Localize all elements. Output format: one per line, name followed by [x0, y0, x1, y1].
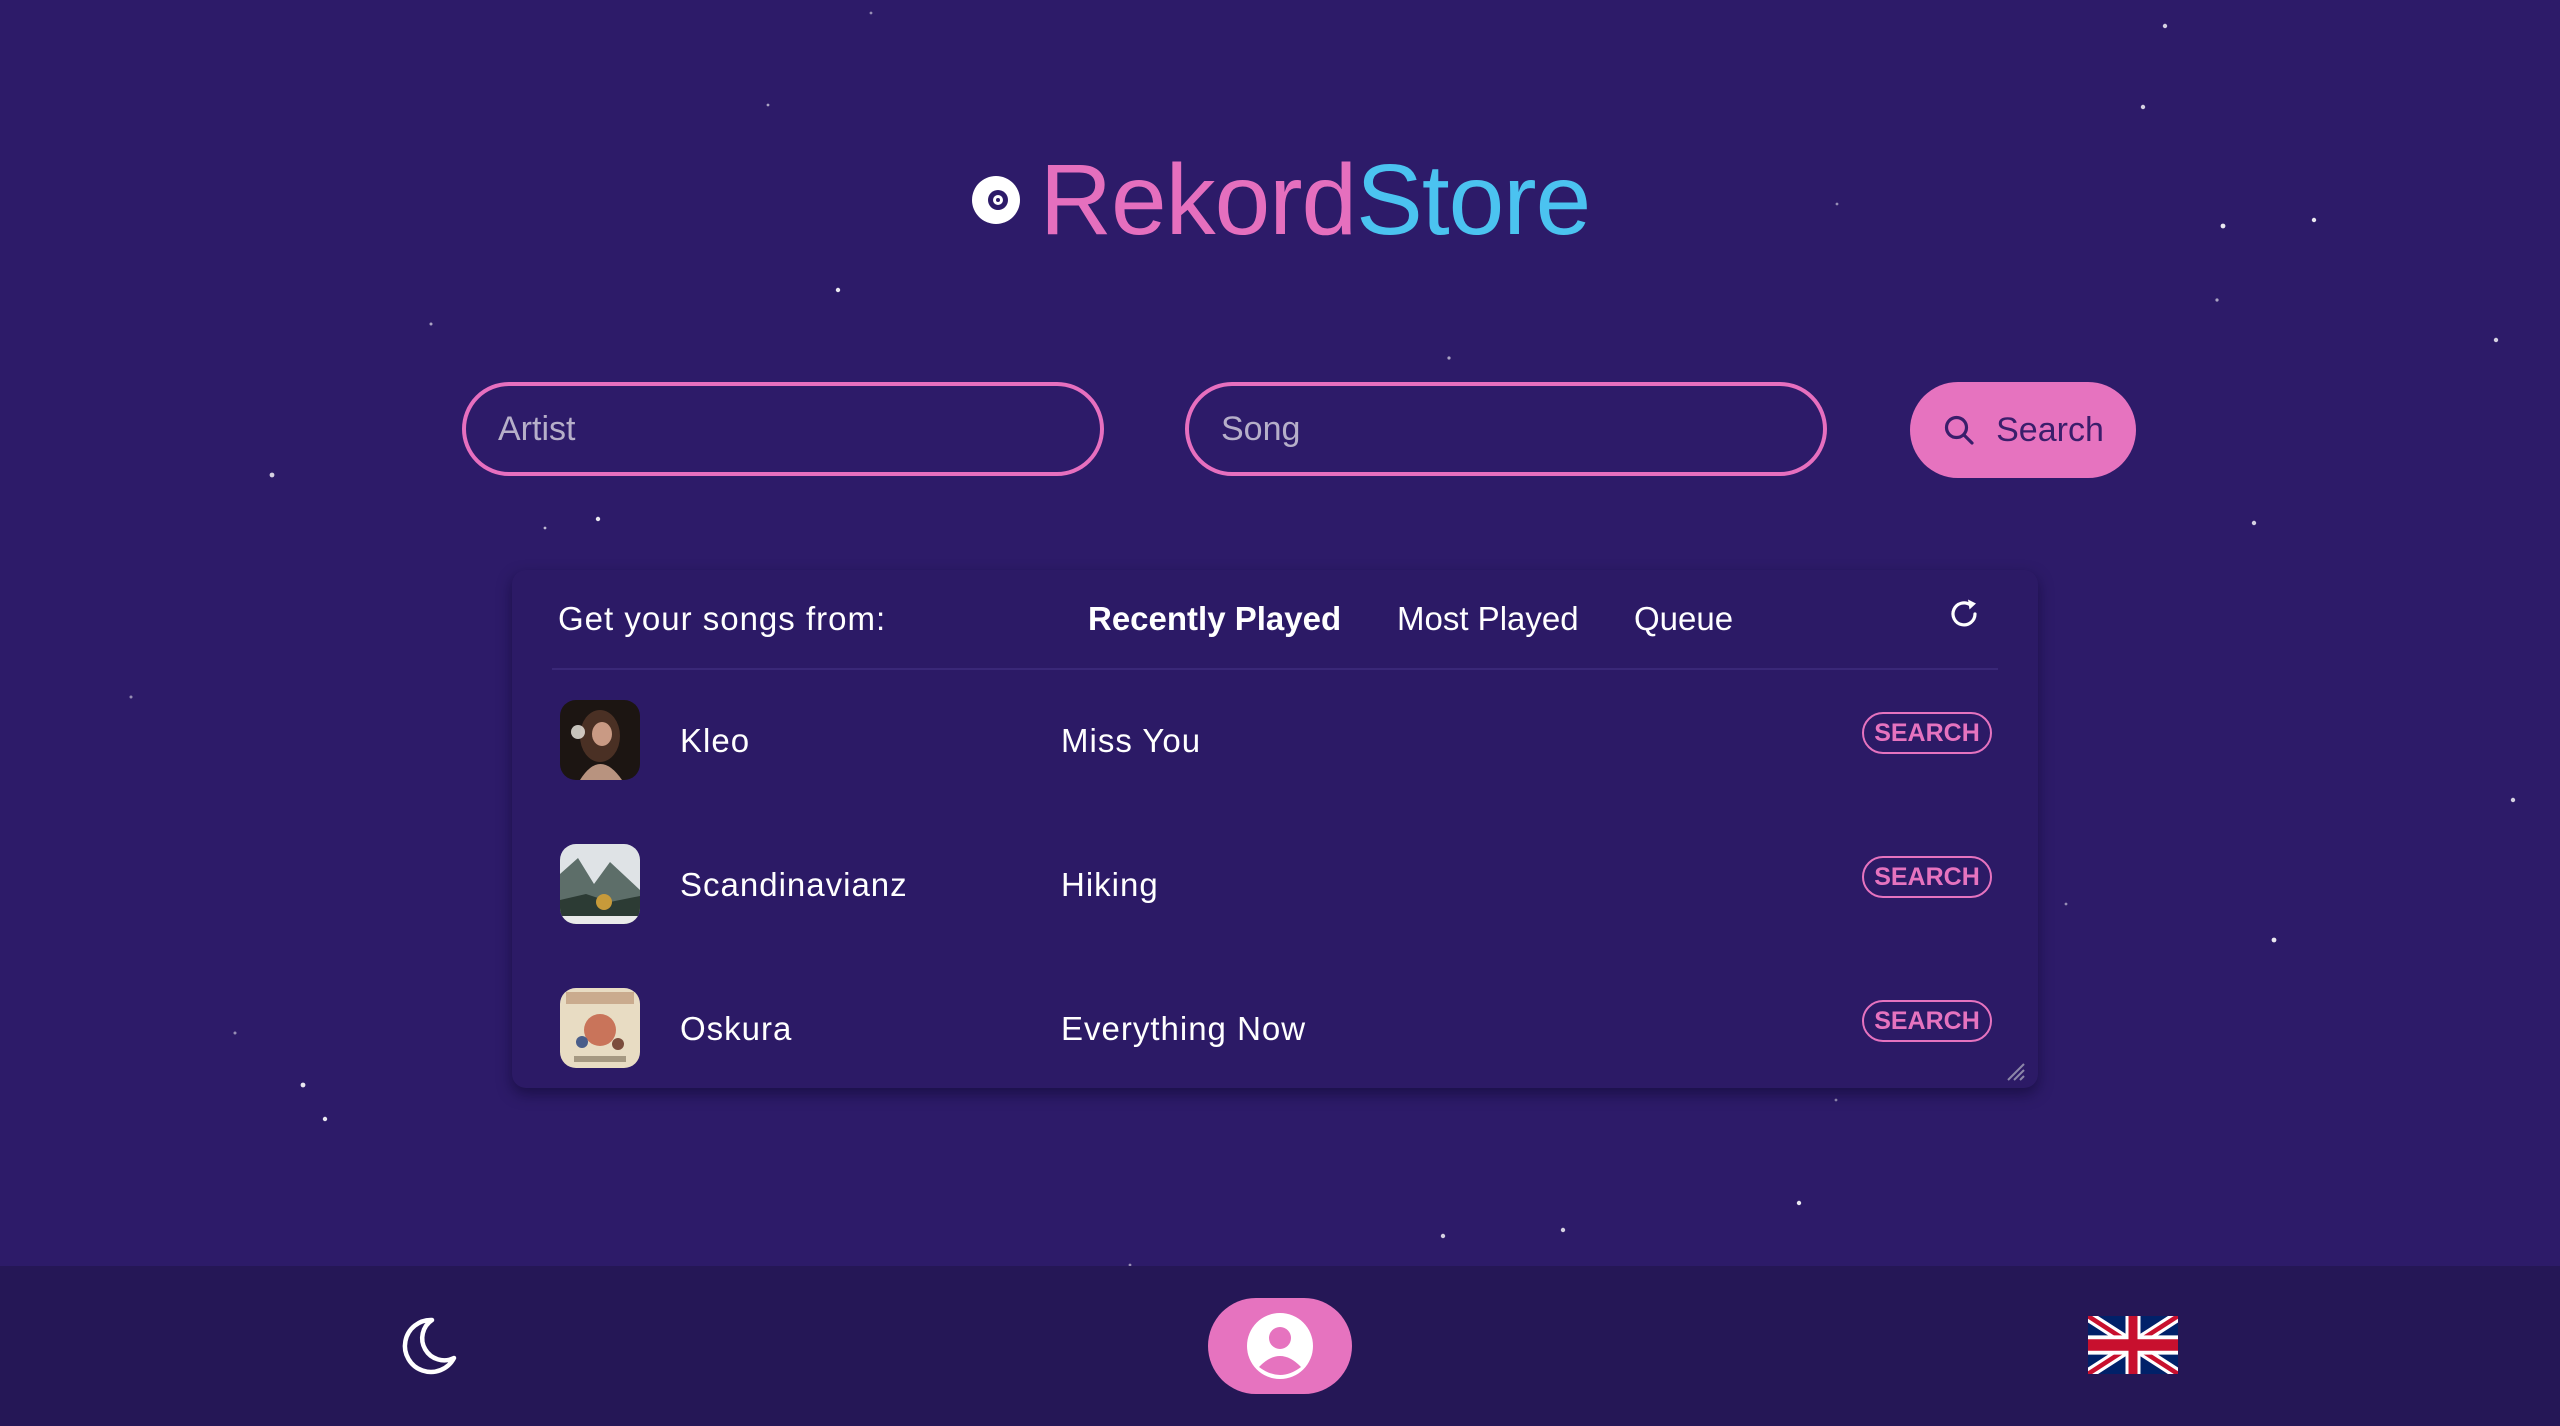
vinyl-record-icon [971, 176, 1020, 224]
track-artist: Oskura [680, 1010, 793, 1047]
moon-icon[interactable] [392, 1310, 464, 1382]
track-row: Kleo Miss You SEARCH [512, 670, 2038, 814]
app-title: RekordStore [1040, 150, 1591, 250]
user-profile-icon [1247, 1313, 1313, 1379]
song-source-panel: Get your songs from: Recently Played Mos… [512, 570, 2038, 1088]
track-artist: Kleo [680, 722, 751, 759]
track-song: Hiking [1061, 866, 1159, 903]
track-search-button[interactable]: SEARCH [1862, 1000, 1992, 1042]
track-artist: Scandinavianz [680, 866, 908, 903]
search-icon [1945, 415, 1974, 445]
track-row: Scandinavianz Hiking SEARCH [512, 814, 2038, 958]
bottom-bar [0, 1266, 2560, 1426]
song-input[interactable] [1185, 382, 1827, 476]
tab-recently-played[interactable]: Recently Played [1088, 600, 1341, 638]
album-cover [560, 988, 640, 1068]
album-cover [560, 700, 640, 780]
tab-queue[interactable]: Queue [1634, 600, 1733, 638]
app-logo: RekordStore [0, 150, 2560, 250]
source-panel-header: Get your songs from: Recently Played Mos… [512, 570, 2038, 670]
track-row: Oskura Everything Now SEARCH [512, 958, 2038, 1088]
uk-flag-icon [2088, 1316, 2178, 1374]
track-search-button[interactable]: SEARCH [1862, 712, 1992, 754]
tab-most-played[interactable]: Most Played [1397, 600, 1579, 638]
search-button-label: Search [1996, 410, 2104, 449]
track-search-button[interactable]: SEARCH [1862, 856, 1992, 898]
album-cover [560, 844, 640, 924]
resize-handle-icon[interactable] [2004, 1060, 2026, 1082]
app-title-part1: Rekord [1039, 144, 1357, 256]
search-button[interactable]: Search [1910, 382, 2136, 478]
app-title-part2: Store [1356, 144, 1591, 256]
language-selector[interactable] [2088, 1316, 2178, 1374]
source-label: Get your songs from: [558, 600, 887, 637]
track-song: Miss You [1061, 722, 1202, 759]
profile-button[interactable] [1208, 1298, 1352, 1394]
artist-input[interactable] [462, 382, 1104, 476]
track-song: Everything Now [1061, 1010, 1307, 1047]
refresh-icon[interactable] [1946, 596, 1982, 632]
